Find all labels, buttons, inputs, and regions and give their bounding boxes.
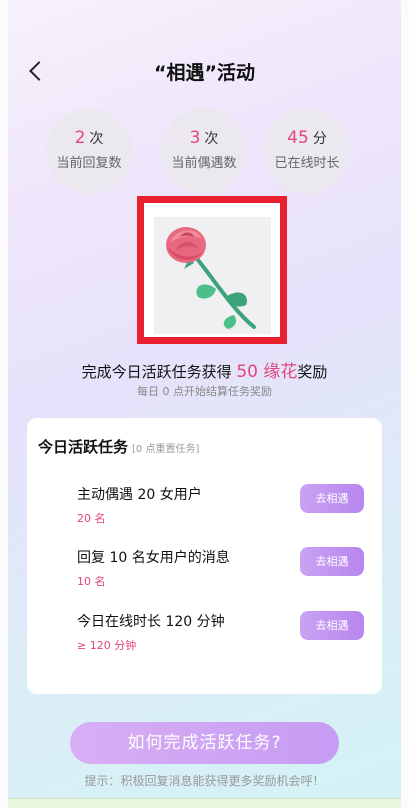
tip-text: 提示：积极回复消息能获得更多奖励机会呼！ <box>84 774 325 788</box>
page-title: “相遇”活动 <box>154 62 255 84</box>
stat-value: 2 <box>74 128 86 148</box>
stats-row: 2次 当前回复数 3次 当前偶遇数 45 分 已在线时长 <box>8 108 401 194</box>
task-item: 今日在线时长 120 分钟 ≥ 120 分钟 去相遇 <box>77 611 364 652</box>
task-item: 主动偶遇 20 女用户 20 名 去相遇 <box>77 484 364 525</box>
reward-suffix: 奖励 <box>297 363 328 381</box>
go-encounter-button[interactable]: 去相遇 <box>300 484 364 513</box>
go-encounter-button[interactable]: 去相遇 <box>300 547 364 576</box>
reward-line: 完成今日活跃任务获得 50 缘花奖励 <box>8 357 401 382</box>
stat-label: 已在线时长 <box>274 156 340 171</box>
daily-tasks-card: 今日活跃任务 [0 点重置任务] 主动偶遇 20 女用户 20 名 去相遇 回复 … <box>27 418 382 694</box>
stat-reply-count: 2次 当前回复数 <box>46 108 132 194</box>
card-reset-note: [0 点重置任务] <box>132 444 200 455</box>
stat-value: 3 <box>189 128 201 148</box>
go-encounter-button[interactable]: 去相遇 <box>300 611 364 640</box>
rose-highlight-frame <box>137 196 287 344</box>
task-item: 回复 10 名女用户的消息 10 名 去相遇 <box>77 547 364 588</box>
card-title: 今日活跃任务 [0 点重置任务] <box>38 436 199 457</box>
how-to-complete-button[interactable]: 如何完成活跃任务? <box>70 722 339 764</box>
stat-encounter-count: 3次 当前偶遇数 <box>161 108 247 194</box>
reward-prefix: 完成今日活跃任务获得 <box>81 363 232 381</box>
stat-online-duration: 45 分 已在线时长 <box>264 108 350 194</box>
reward-settlement-note: 每日 0 点开始结算任务奖励 <box>137 385 272 398</box>
stat-value: 45 <box>287 128 309 148</box>
activity-screen: “相遇”活动 2次 当前回复数 3次 当前偶遇数 45 分 已在线时长 完成今日… <box>0 0 409 808</box>
stat-label: 当前回复数 <box>56 156 122 171</box>
rose-icon <box>154 217 271 334</box>
card-title-text: 今日活跃任务 <box>38 438 129 456</box>
stat-unit: 次 <box>89 131 104 147</box>
bottom-strip <box>8 798 401 808</box>
reward-amount: 50 缘花 <box>236 362 298 382</box>
stat-unit: 分 <box>312 131 327 147</box>
stat-label: 当前偶遇数 <box>171 156 237 171</box>
stat-unit: 次 <box>204 131 219 147</box>
